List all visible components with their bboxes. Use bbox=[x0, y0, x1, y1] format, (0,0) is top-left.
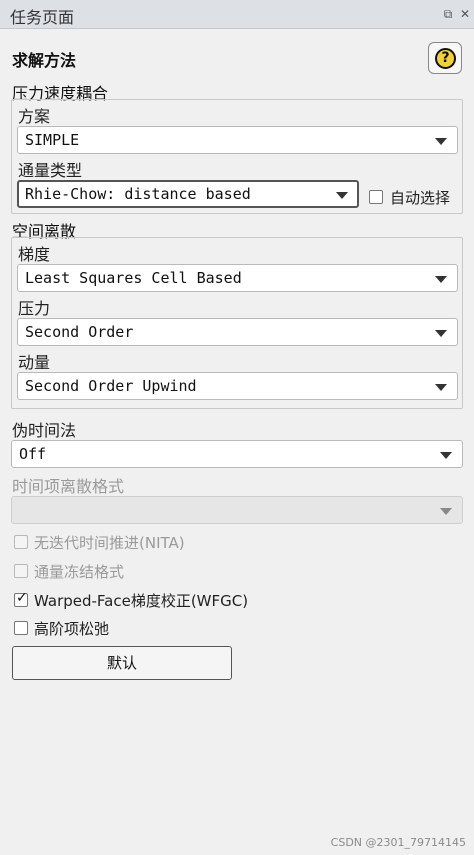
scheme-value: SIMPLE bbox=[25, 131, 80, 149]
chevron-down-icon bbox=[435, 138, 447, 145]
high-order-checkbox[interactable] bbox=[14, 621, 28, 635]
help-icon: ? bbox=[435, 48, 456, 69]
momentum-value: Second Order Upwind bbox=[25, 377, 197, 395]
momentum-label: 动量 bbox=[18, 353, 51, 372]
chevron-down-icon bbox=[440, 452, 452, 459]
chevron-down-icon bbox=[440, 508, 452, 515]
auto-select-label: 自动选择 bbox=[390, 189, 451, 207]
frozen-flux-checkbox bbox=[14, 564, 28, 578]
chevron-down-icon bbox=[435, 384, 447, 391]
transient-label: 时间项离散格式 bbox=[12, 477, 125, 496]
help-button[interactable]: ? bbox=[428, 42, 462, 74]
scheme-select[interactable]: SIMPLE bbox=[17, 126, 458, 154]
pressure-label: 压力 bbox=[18, 299, 51, 318]
close-icon[interactable]: ✕ bbox=[458, 7, 472, 21]
high-order-label: 高阶项松弛 bbox=[34, 620, 110, 638]
pressure-select[interactable]: Second Order bbox=[17, 318, 458, 346]
chevron-down-icon bbox=[435, 330, 447, 337]
panel-titlebar: 任务页面 ⧉ ✕ bbox=[0, 0, 474, 29]
chevron-down-icon bbox=[435, 276, 447, 283]
transient-select bbox=[11, 496, 463, 524]
chevron-down-icon bbox=[336, 192, 348, 199]
momentum-select[interactable]: Second Order Upwind bbox=[17, 372, 458, 400]
nita-checkbox bbox=[14, 535, 28, 549]
wfgc-label: Warped-Face梯度校正(WFGC) bbox=[34, 592, 249, 610]
frozen-flux-label: 通量冻结格式 bbox=[34, 563, 125, 581]
pseudo-time-value: Off bbox=[19, 445, 47, 463]
scheme-label: 方案 bbox=[18, 107, 51, 126]
flux-type-label: 通量类型 bbox=[18, 161, 83, 180]
wfgc-checkbox[interactable]: ✓ bbox=[14, 590, 28, 607]
section-title: 求解方法 bbox=[12, 51, 77, 70]
checkmark-icon: ✓ bbox=[16, 590, 28, 606]
restore-icon[interactable]: ⧉ bbox=[441, 7, 455, 21]
pressure-value: Second Order bbox=[25, 323, 134, 341]
gradient-label: 梯度 bbox=[18, 245, 51, 264]
auto-select-checkbox[interactable] bbox=[369, 190, 383, 204]
gradient-value: Least Squares Cell Based bbox=[25, 269, 242, 287]
pseudo-time-label: 伪时间法 bbox=[12, 421, 77, 440]
nita-label: 无迭代时间推进(NITA) bbox=[34, 534, 185, 552]
pseudo-time-select[interactable]: Off bbox=[11, 440, 463, 468]
flux-type-value: Rhie-Chow: distance based bbox=[25, 185, 251, 203]
watermark: CSDN @2301_79714145 bbox=[330, 836, 466, 849]
gradient-select[interactable]: Least Squares Cell Based bbox=[17, 264, 458, 292]
panel-title: 任务页面 bbox=[10, 8, 75, 27]
flux-type-select[interactable]: Rhie-Chow: distance based bbox=[17, 180, 359, 208]
default-button[interactable]: 默认 bbox=[12, 646, 232, 680]
